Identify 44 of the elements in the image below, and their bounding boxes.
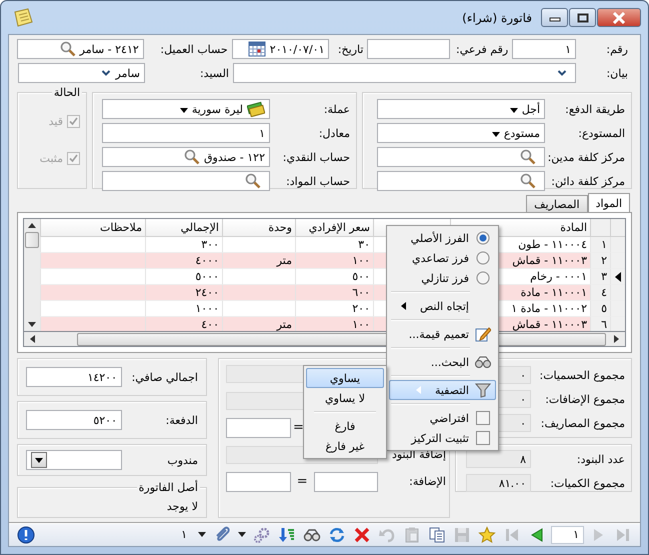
- equals-sign: =: [296, 474, 308, 489]
- table-cell: ١٠٠: [295, 253, 373, 269]
- field-label: مركز كلفة مدين:: [548, 150, 625, 164]
- field-label: مجموع الكميات:: [550, 476, 625, 490]
- origin-value: لا يوجد: [166, 500, 198, 513]
- field-label: اجمالي صافي:: [132, 370, 198, 384]
- row-number: ٢: [590, 253, 610, 269]
- field-label: عدد البنود:: [576, 452, 625, 466]
- field-label: حساب المواد:: [286, 174, 350, 188]
- readonly-field: ٨١.٠٠: [466, 474, 531, 492]
- field-label: مجموع الإضافات:: [545, 392, 625, 406]
- table-cell: ٦٠٠: [295, 285, 373, 301]
- field-label: حساب النقدي:: [282, 150, 350, 164]
- field-label: عملة:: [324, 102, 350, 116]
- group-title: الحالة: [52, 86, 82, 99]
- field-label: بيان:: [606, 66, 628, 80]
- row-number: ٥: [590, 301, 610, 317]
- field-label: رقم:: [606, 42, 628, 56]
- group-title: أصل الفاتورة: [136, 481, 200, 494]
- field-label: مندوب: [167, 454, 198, 466]
- row-number: ٤: [590, 285, 610, 301]
- table-cell: متر: [222, 253, 295, 269]
- window-title: فاتورة (شراء): [462, 10, 532, 24]
- field-label: مجموع المصاريف:: [540, 416, 625, 430]
- readonly-field: ٨: [466, 450, 531, 468]
- row-number: ٣: [590, 269, 610, 285]
- field-label: حساب العميل:: [160, 42, 228, 56]
- table-cell: ٤٠٠٠: [145, 253, 222, 269]
- field-label: رقم فرعي:: [456, 42, 508, 56]
- field-label: مركز كلفة دائن:: [551, 174, 625, 188]
- field-label: السيد:: [200, 66, 229, 80]
- field-label: المستودع:: [578, 126, 625, 140]
- checkbox-label: قيد: [48, 115, 63, 128]
- field-label: معادل:: [318, 126, 350, 140]
- field-label: الدفعة:: [166, 414, 198, 426]
- field-label: مجموع الحسميات:: [539, 368, 625, 382]
- checkbox-label: مثبت: [40, 152, 63, 165]
- equals-sign: =: [293, 420, 304, 435]
- field-label: تاريخ:: [338, 42, 364, 56]
- field-label: طريقة الدفع:: [565, 102, 625, 116]
- row-number: ١: [590, 237, 610, 253]
- table-cell: ٢٤٠٠: [145, 285, 222, 301]
- attachment-count: ١: [180, 528, 188, 541]
- field-label: الإضافة:: [408, 475, 446, 488]
